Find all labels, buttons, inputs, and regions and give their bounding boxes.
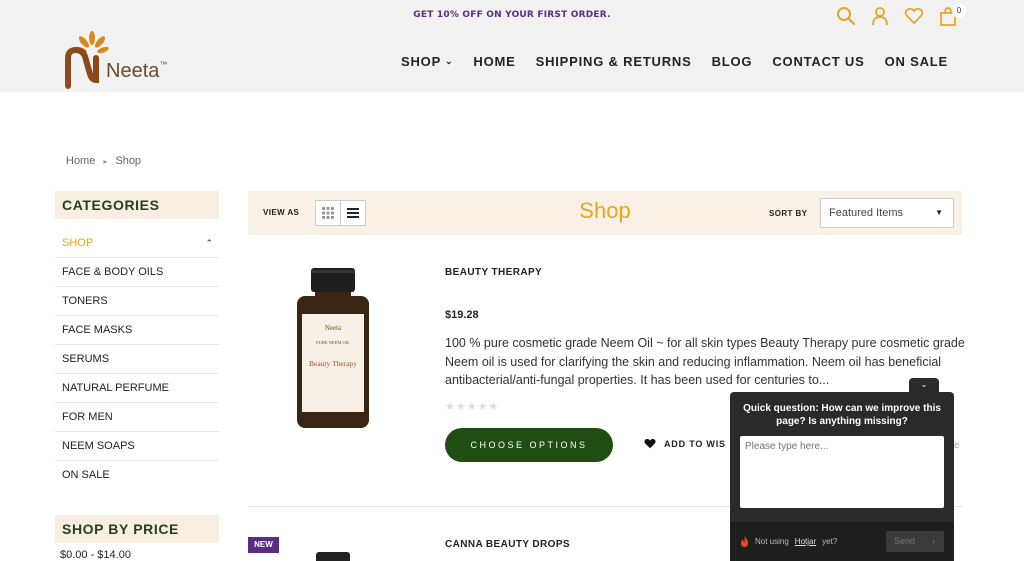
neem-oil-bottle-image: Neeta PURE NEEM OIL Beauty Therapy bbox=[297, 268, 369, 428]
hotjar-link[interactable]: Hotjar bbox=[795, 537, 816, 546]
nav-item-label: ON SALE bbox=[884, 54, 948, 69]
breadcrumb-home[interactable]: Home bbox=[66, 155, 95, 167]
category-item-toners[interactable]: TONERS bbox=[55, 287, 219, 316]
add-to-wishlist-button[interactable]: ADD TO WIS bbox=[644, 438, 726, 449]
heart-icon[interactable] bbox=[904, 6, 924, 26]
main-nav: SHOP ⌄ HOME SHIPPING & RETURNS BLOG CONT… bbox=[401, 54, 948, 69]
footer-prefix: Not using bbox=[755, 537, 789, 546]
bag-icon[interactable]: 0 bbox=[938, 4, 966, 26]
product-name[interactable]: BEAUTY THERAPY bbox=[445, 267, 542, 278]
feedback-footer-text: Not using Hotjar yet? bbox=[740, 536, 837, 547]
nav-item-shop[interactable]: SHOP ⌄ bbox=[401, 54, 453, 69]
sort-select-value: Featured Items bbox=[829, 207, 903, 219]
price-range-link[interactable]: $0.00 - $14.00 bbox=[60, 549, 131, 561]
chevron-down-icon: ⌄ bbox=[920, 380, 928, 389]
footer-suffix: yet? bbox=[822, 537, 838, 546]
shop-toolbar: VIEW AS Shop SORT BY Featured Items ▼ bbox=[248, 191, 962, 235]
nav-item-label: CONTACT US bbox=[772, 54, 865, 69]
send-label: Send bbox=[894, 536, 916, 546]
collapse-widget-button[interactable]: ⌄ bbox=[909, 378, 939, 392]
header-actions: 0 bbox=[836, 4, 966, 26]
nav-item-blog[interactable]: BLOG bbox=[712, 54, 753, 69]
nav-item-label: BLOG bbox=[711, 54, 753, 69]
product-description: 100 % pure cosmetic grade Neem Oil ~ for… bbox=[445, 336, 965, 387]
category-label: ON SALE bbox=[62, 469, 110, 481]
nav-item-label: SHOP bbox=[401, 54, 442, 69]
feedback-question: Quick question: How can we improve this … bbox=[743, 403, 941, 427]
nav-item-contact-us[interactable]: CONTACT US bbox=[772, 54, 864, 69]
product-price: $19.28 bbox=[445, 309, 479, 321]
category-item-serums[interactable]: SERUMS bbox=[55, 345, 219, 374]
category-label: NATURAL PERFUME bbox=[62, 382, 169, 394]
site-header: GET 10% OFF ON YOUR FIRST ORDER. Neeta™ bbox=[0, 0, 1024, 92]
new-badge: NEW bbox=[248, 537, 279, 553]
heart-icon bbox=[644, 438, 656, 449]
label-line: PURE NEEM OIL bbox=[316, 340, 350, 345]
wishlist-label: ADD TO WIS bbox=[664, 438, 726, 449]
obscured-text: e bbox=[954, 440, 960, 451]
price-filter-section: SHOP BY PRICE bbox=[55, 515, 219, 543]
breadcrumb-current: Shop bbox=[115, 155, 142, 167]
star-rating: ★★★★★ bbox=[445, 400, 500, 413]
chevron-down-icon: ⌄ bbox=[445, 56, 454, 66]
feedback-footer: Not using Hotjar yet? Send › bbox=[730, 522, 954, 561]
nav-item-label: HOME bbox=[473, 54, 516, 69]
category-list: SHOP ⌃ FACE & BODY OILS TONERS FACE MASK… bbox=[55, 229, 219, 490]
user-icon[interactable] bbox=[870, 6, 890, 26]
flame-icon bbox=[741, 536, 748, 547]
category-label: TONERS bbox=[62, 295, 108, 307]
category-item-for-men[interactable]: FOR MEN bbox=[55, 403, 219, 432]
search-icon[interactable] bbox=[836, 6, 856, 26]
categories-heading: CATEGORIES bbox=[55, 191, 219, 219]
label-name: Beauty Therapy bbox=[309, 359, 357, 368]
logo[interactable]: Neeta™ bbox=[64, 30, 184, 90]
shop-by-price-heading: SHOP BY PRICE bbox=[55, 515, 219, 543]
chevron-right-icon: › bbox=[932, 536, 935, 546]
nav-item-on-sale[interactable]: ON SALE bbox=[885, 54, 948, 69]
choose-options-button[interactable]: CHOOSE OPTIONS bbox=[445, 428, 613, 462]
category-label: SHOP bbox=[62, 237, 94, 249]
category-label: FOR MEN bbox=[62, 411, 113, 423]
category-item-face-masks[interactable]: FACE MASKS bbox=[55, 316, 219, 345]
category-label: FACE & BODY OILS bbox=[62, 266, 164, 278]
send-button[interactable]: Send › bbox=[886, 531, 944, 552]
label-brand: Neeta bbox=[325, 324, 342, 332]
breadcrumb: Home ▸ Shop bbox=[66, 155, 141, 167]
nav-item-shipping-returns[interactable]: SHIPPING & RETURNS bbox=[536, 54, 692, 69]
category-label: SERUMS bbox=[62, 353, 110, 365]
category-label: FACE MASKS bbox=[62, 324, 133, 336]
feedback-input[interactable] bbox=[740, 436, 944, 508]
category-item-neem-soaps[interactable]: NEEM SOAPS bbox=[55, 432, 219, 461]
sort-by-label: SORT BY bbox=[769, 209, 808, 218]
product-name[interactable]: CANNA BEAUTY DROPS bbox=[445, 539, 570, 550]
category-item-natural-perfume[interactable]: NATURAL PERFUME bbox=[55, 374, 219, 403]
nav-item-label: SHIPPING & RETURNS bbox=[535, 54, 692, 69]
category-item-on-sale[interactable]: ON SALE bbox=[55, 461, 219, 490]
feedback-widget: Quick question: How can we improve this … bbox=[730, 392, 954, 561]
product-image[interactable] bbox=[316, 552, 350, 561]
nav-item-home[interactable]: HOME bbox=[473, 54, 515, 69]
category-item-face-body-oils[interactable]: FACE & BODY OILS bbox=[55, 258, 219, 287]
sort-select[interactable]: Featured Items ▼ bbox=[820, 198, 954, 228]
category-item-shop[interactable]: SHOP ⌃ bbox=[55, 229, 219, 258]
product-image[interactable]: Neeta PURE NEEM OIL Beauty Therapy bbox=[292, 262, 374, 432]
caret-down-icon: ▼ bbox=[935, 208, 943, 217]
logo-text: Neeta bbox=[106, 60, 160, 82]
chevron-up-icon[interactable]: ⌃ bbox=[205, 229, 213, 257]
cart-count-badge: 0 bbox=[952, 4, 966, 18]
category-label: NEEM SOAPS bbox=[62, 440, 135, 452]
trademark-mark: ™ bbox=[159, 60, 168, 69]
chevron-right-icon: ▸ bbox=[103, 156, 108, 166]
category-sidebar: CATEGORIES SHOP ⌃ FACE & BODY OILS TONER… bbox=[55, 191, 219, 490]
